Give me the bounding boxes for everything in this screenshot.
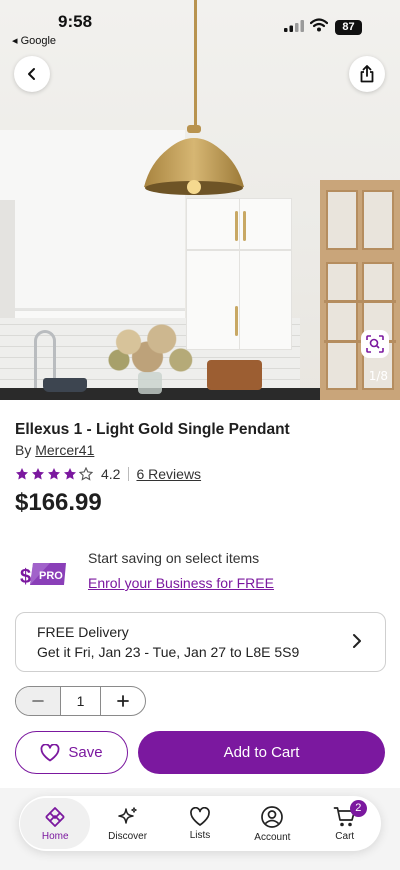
pro-promo-text: Start saving on select items xyxy=(88,550,260,566)
delivery-dates: Get it Fri, Jan 23 - Tue, Jan 27 to L8E … xyxy=(37,644,300,660)
byline-prefix: By xyxy=(15,442,36,458)
home-icon xyxy=(45,806,65,827)
nav-label-account: Account xyxy=(254,831,291,843)
rating-divider xyxy=(128,467,130,481)
quantity-stepper: 1 xyxy=(15,686,146,716)
visual-search-icon xyxy=(366,335,384,353)
heart-icon xyxy=(190,806,210,826)
rating-value: 4.2 xyxy=(101,466,121,482)
status-bar: 9:58 ◂ Google 87 xyxy=(0,0,400,50)
product-image[interactable]: 1/8 xyxy=(0,0,400,400)
cart-count-badge: 2 xyxy=(349,800,367,817)
nav-label-lists: Lists xyxy=(189,829,211,841)
enrol-business-link[interactable]: Enrol your Business for FREE xyxy=(88,575,274,591)
nav-item-cart[interactable]: Cart 2 xyxy=(310,798,380,849)
upper-cabinet xyxy=(186,198,292,250)
nav-item-home[interactable]: Home xyxy=(20,798,91,849)
star-filled-icon xyxy=(48,468,60,480)
pro-badge-label: PRO xyxy=(39,570,63,582)
bottom-nav: Home Discover Lists Account Cart 2 xyxy=(19,796,381,851)
star-filled-icon xyxy=(32,468,44,480)
lower-cabinet xyxy=(186,250,292,350)
pot xyxy=(43,378,87,392)
pro-badge-icon: $ PRO xyxy=(20,563,66,588)
decrease-quantity-button[interactable] xyxy=(16,687,60,715)
quantity-input[interactable]: 1 xyxy=(60,687,101,715)
cutting-board xyxy=(207,360,262,390)
signal-icon xyxy=(284,20,304,32)
flowers xyxy=(100,318,195,378)
wifi-icon xyxy=(310,18,328,32)
add-to-cart-button[interactable]: Add to Cart xyxy=(138,731,385,774)
plus-icon xyxy=(117,695,129,707)
vase xyxy=(138,372,162,394)
delivery-card[interactable]: FREE Delivery Get it Fri, Jan 23 - Tue, … xyxy=(15,612,386,672)
nav-label-cart: Cart xyxy=(335,830,355,842)
visual-search-button[interactable] xyxy=(361,330,389,358)
nav-item-discover[interactable]: Discover xyxy=(93,798,163,849)
nav-label-discover: Discover xyxy=(108,830,148,842)
star-rating xyxy=(15,467,93,481)
star-filled-icon xyxy=(16,468,28,480)
back-to-app-link[interactable]: ◂ Google xyxy=(12,34,56,47)
nav-label-home: Home xyxy=(41,830,69,842)
sparkle-icon xyxy=(117,806,137,824)
rating-row[interactable]: 4.2 6 Reviews xyxy=(15,466,201,482)
share-icon xyxy=(360,65,374,83)
account-icon xyxy=(261,805,284,828)
back-button[interactable] xyxy=(14,56,50,92)
heart-icon xyxy=(40,743,60,761)
pendant-lamp xyxy=(144,125,244,195)
product-price: $166.99 xyxy=(15,489,102,516)
star-empty-icon xyxy=(79,467,93,481)
delivery-title: FREE Delivery xyxy=(37,624,129,640)
wooden-hutch xyxy=(320,180,400,400)
add-to-cart-label: Add to Cart xyxy=(223,744,300,761)
star-filled-icon xyxy=(64,468,76,480)
image-counter: 1/8 xyxy=(368,369,388,383)
save-button[interactable]: Save xyxy=(15,731,128,774)
status-time: 9:58 xyxy=(58,12,93,31)
nav-item-lists[interactable]: Lists xyxy=(165,798,235,849)
battery-indicator: 87 xyxy=(335,20,362,35)
reviews-link[interactable]: 6 Reviews xyxy=(136,466,201,482)
svg-text:$: $ xyxy=(20,566,31,588)
share-button[interactable] xyxy=(349,56,385,92)
chevron-left-icon xyxy=(28,68,35,80)
increase-quantity-button[interactable] xyxy=(101,687,145,715)
product-title: Ellexus 1 - Light Gold Single Pendant xyxy=(15,421,290,438)
nav-item-account[interactable]: Account xyxy=(237,798,307,849)
brand-link[interactable]: Mercer41 xyxy=(35,442,94,458)
save-label: Save xyxy=(68,744,103,761)
chevron-right-icon xyxy=(353,634,361,648)
product-byline: By Mercer41 xyxy=(15,442,94,458)
minus-icon xyxy=(32,700,44,702)
